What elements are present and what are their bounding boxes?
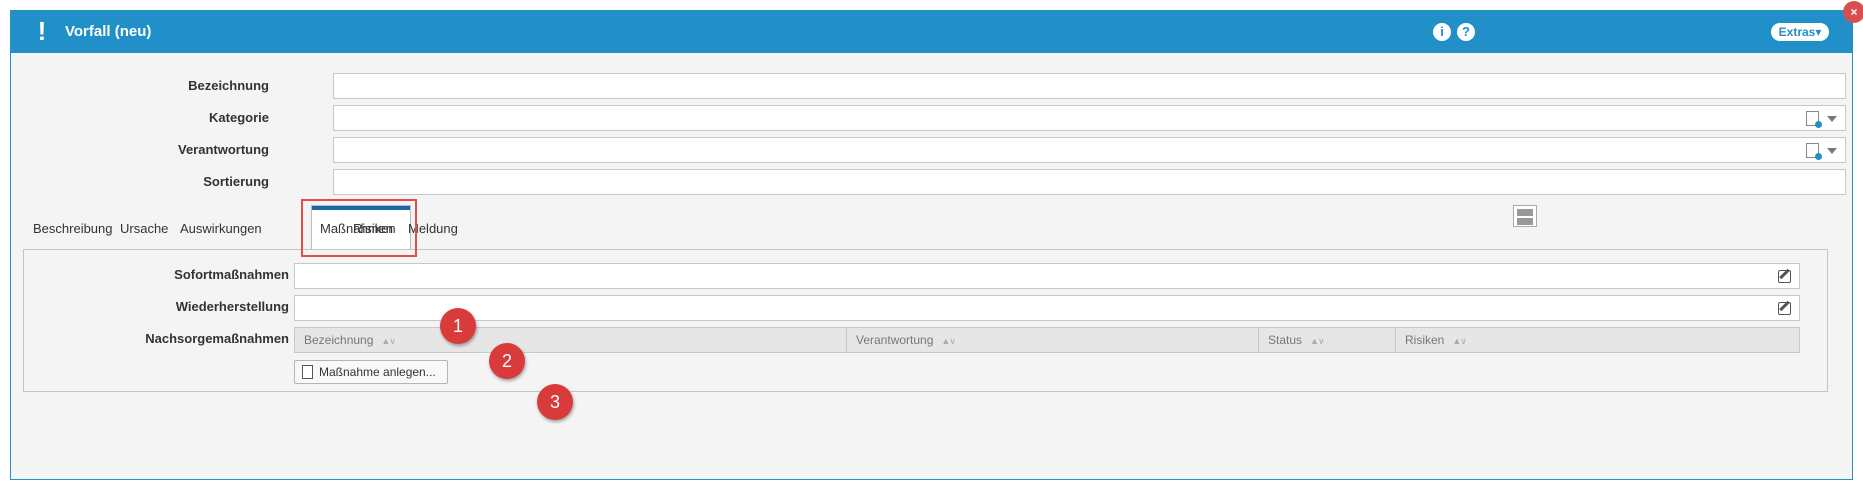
marker-1: 1: [440, 308, 476, 344]
new-document-icon[interactable]: [1806, 111, 1822, 128]
label-verantwortung: Verantwortung: [177, 142, 269, 157]
label-bezeichnung: Bezeichnung: [188, 78, 269, 93]
sort-icon[interactable]: ▲∨: [1310, 336, 1324, 346]
sort-icon[interactable]: ▲∨: [381, 336, 395, 346]
add-button-label: Maßnahme anlegen...: [319, 365, 436, 379]
wiederherstellung-input[interactable]: [294, 295, 1800, 321]
extras-menu-button[interactable]: Extras▾: [1771, 23, 1829, 41]
sort-icon[interactable]: ▲∨: [1452, 336, 1466, 346]
label-kategorie: Kategorie: [209, 110, 269, 125]
help-icon[interactable]: ?: [1457, 23, 1475, 41]
tab-ursache[interactable]: Ursache: [120, 221, 168, 236]
info-icon[interactable]: i: [1433, 23, 1451, 41]
bezeichnung-input[interactable]: [333, 73, 1846, 99]
label-wiederherstellung: Wiederherstellung: [175, 299, 289, 314]
column-header-bezeichnung[interactable]: Bezeichnung ▲∨: [295, 328, 847, 352]
column-header-status[interactable]: Status ▲∨: [1259, 328, 1396, 352]
column-header-risiken[interactable]: Risiken ▲∨: [1396, 328, 1799, 352]
column-label: Bezeichnung: [304, 333, 374, 347]
massnahmen-panel: Sofortmaßnahmen Wiederherstellung Nachso…: [23, 249, 1828, 392]
column-label: Verantwortung: [856, 333, 934, 347]
marker-3: 3: [537, 384, 573, 420]
column-label: Status: [1268, 333, 1303, 347]
sofortmassnahmen-input[interactable]: [294, 263, 1800, 289]
layout-toggle-icon[interactable]: [1513, 205, 1537, 227]
title-bar: ! Vorfall (neu) i ? Extras▾: [11, 11, 1852, 53]
exclamation-icon: !: [37, 16, 47, 46]
verantwortung-input[interactable]: [333, 137, 1846, 163]
document-icon: [302, 365, 313, 379]
edit-icon[interactable]: [1778, 270, 1791, 283]
sortierung-input[interactable]: [333, 169, 1846, 195]
close-icon[interactable]: ×: [1843, 1, 1863, 23]
sort-icon[interactable]: ▲∨: [941, 336, 955, 346]
chevron-down-icon[interactable]: [1827, 148, 1837, 154]
label-sortierung: Sortierung: [203, 174, 269, 189]
tab-highlight-frame: [301, 199, 417, 257]
tab-beschreibung[interactable]: Beschreibung: [33, 221, 113, 236]
marker-2: 2: [489, 343, 525, 379]
kategorie-input[interactable]: [333, 105, 1846, 131]
massnahme-anlegen-button[interactable]: Maßnahme anlegen...: [294, 360, 448, 384]
column-label: Risiken: [1405, 333, 1445, 347]
edit-icon[interactable]: [1778, 302, 1791, 315]
vorfall-dialog: ! Vorfall (neu) i ? Extras▾ × Bezeichnun…: [10, 1, 1863, 480]
new-document-icon[interactable]: [1806, 143, 1822, 160]
window-title: Vorfall (neu): [65, 23, 152, 40]
label-nachsorgemassnahmen: Nachsorgemaßnahmen: [145, 331, 289, 346]
column-header-verantwortung[interactable]: Verantwortung ▲∨: [847, 328, 1259, 352]
chevron-down-icon[interactable]: [1827, 116, 1837, 122]
tab-auswirkungen[interactable]: Auswirkungen: [180, 221, 262, 236]
label-sofortmassnahmen: Sofortmaßnahmen: [174, 267, 289, 282]
